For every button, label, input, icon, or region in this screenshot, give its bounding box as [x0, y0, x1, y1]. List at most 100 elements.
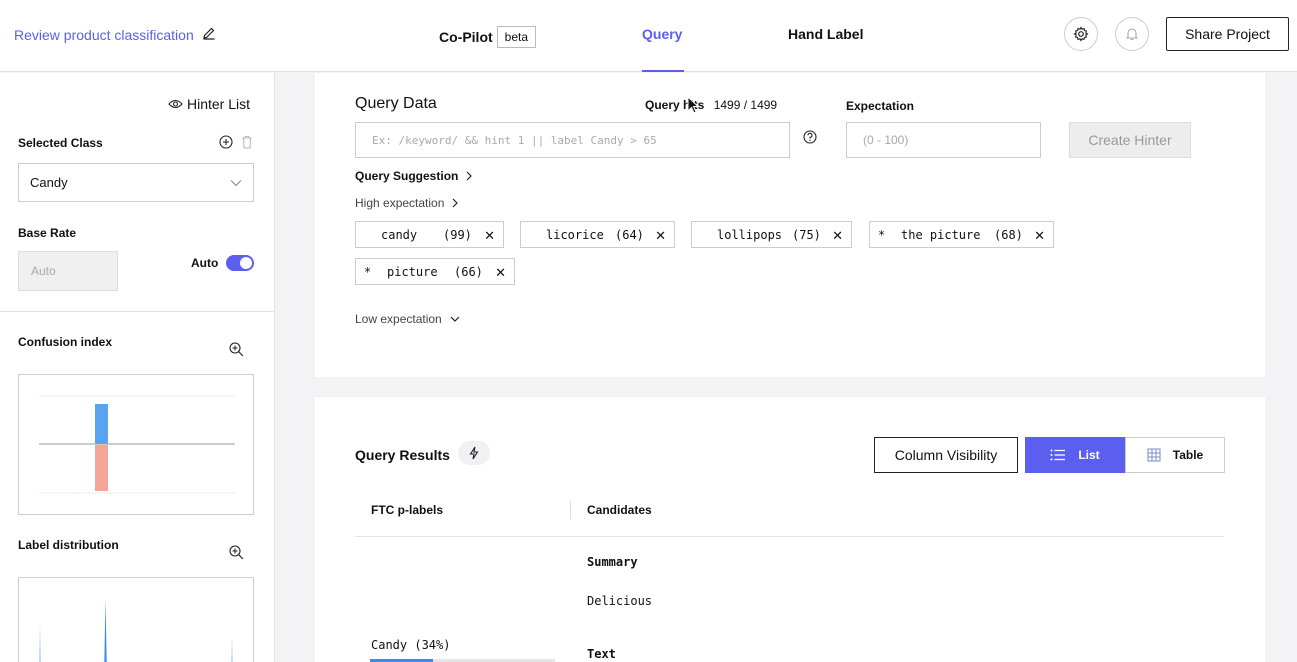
chip-star: *	[878, 228, 886, 242]
text-label: Text	[587, 647, 616, 661]
chip-score: (75)	[792, 228, 821, 242]
query-suggestion-label[interactable]: Query Suggestion	[355, 169, 458, 183]
chip-score: (66)	[454, 265, 483, 279]
expectation-label: Expectation	[846, 99, 915, 113]
column-header-candidates: Candidates	[587, 503, 652, 517]
chip-word: lollipops	[717, 228, 783, 242]
share-project-button[interactable]: Share Project	[1166, 17, 1289, 51]
chip-score: (68)	[994, 228, 1023, 242]
create-hinter-button[interactable]: Create Hinter	[1069, 122, 1191, 158]
sidebar-divider	[0, 311, 275, 312]
query-hits: Query hits 1499 / 1499	[645, 98, 777, 112]
copilot-label[interactable]: Co-Pilot	[439, 29, 493, 45]
list-view-label[interactable]: List	[1078, 448, 1099, 462]
gear-icon	[1073, 26, 1089, 42]
close-icon[interactable]: ✕	[1034, 228, 1045, 244]
project-title[interactable]: Review product classification	[14, 26, 216, 43]
chip-score: (99)	[443, 228, 472, 242]
chip-star: *	[364, 265, 372, 279]
close-icon[interactable]: ✕	[655, 228, 666, 244]
list-view-button[interactable]: List	[1025, 437, 1125, 473]
chevron-right-icon	[452, 198, 459, 208]
chevron-right-icon	[466, 171, 473, 181]
label-distribution-label: Label distribution	[18, 538, 119, 552]
tab-hand-label[interactable]: Hand Label	[788, 26, 863, 42]
high-expectation-toggle[interactable]: High expectation	[355, 196, 459, 210]
low-expectation-label[interactable]: Low expectation	[355, 312, 442, 326]
low-expectation-toggle[interactable]: Low expectation	[355, 312, 460, 326]
sidebar: Hinter List Selected Class Candy Base Ra…	[0, 73, 275, 662]
close-icon[interactable]: ✕	[832, 228, 843, 244]
chip-word: the picture	[901, 228, 981, 242]
table-icon	[1147, 448, 1161, 462]
column-header-ftc-p-labels: FTC p-labels	[371, 503, 444, 517]
hinter-list-button[interactable]: Hinter List	[168, 96, 250, 112]
negative-bar	[95, 445, 108, 491]
query-input[interactable]: Ex: /keyword/ && hint 1 || label Candy >…	[355, 122, 790, 158]
query-data-title: Query Data	[355, 95, 437, 112]
high-expectation-label[interactable]: High expectation	[355, 196, 444, 210]
trash-icon[interactable]	[241, 135, 253, 152]
summary-value: Delicious	[587, 594, 653, 608]
query-results-title: Query Results	[355, 447, 450, 463]
chevron-down-icon	[230, 179, 242, 186]
close-icon[interactable]: ✕	[484, 228, 495, 244]
top-bar: Review product classification Co-Pilot b…	[0, 0, 1297, 72]
eye-icon	[168, 99, 183, 109]
chip-word: picture	[387, 265, 438, 279]
suggestion-chip[interactable]: * the picture (68) ✕	[869, 221, 1054, 248]
summary-label: Summary	[587, 555, 638, 569]
suggestion-chip[interactable]: licorice (64) ✕	[520, 221, 675, 248]
suggestion-chip[interactable]: lollipops (75) ✕	[691, 221, 852, 248]
positive-bar	[95, 404, 108, 444]
beta-badge: beta	[496, 26, 537, 48]
column-visibility-button[interactable]: Column Visibility	[874, 437, 1018, 473]
header-divider	[355, 536, 1224, 537]
edit-icon[interactable]	[202, 26, 216, 43]
notifications-button[interactable]	[1115, 17, 1149, 51]
base-rate-label: Base Rate	[18, 226, 77, 240]
table-view-button[interactable]: Table	[1125, 437, 1225, 473]
query-suggestion-toggle[interactable]: Query Suggestion	[355, 169, 473, 183]
lightning-icon	[469, 446, 479, 460]
confusion-index-label: Confusion index	[18, 335, 112, 349]
add-class-icon[interactable]	[219, 135, 233, 152]
distribution-spike	[104, 599, 107, 662]
chip-word: licorice	[546, 228, 604, 242]
table-view-label[interactable]: Table	[1173, 448, 1203, 462]
confusion-index-chart	[18, 374, 254, 515]
query-results-card: Query Results Column Visibility List Tab…	[315, 397, 1265, 662]
selected-class-label: Selected Class	[18, 136, 103, 150]
auto-label: Auto	[191, 256, 219, 270]
chip-word: candy	[381, 228, 418, 242]
auto-toggle[interactable]	[226, 255, 254, 271]
hinter-list-label[interactable]: Hinter List	[187, 96, 250, 112]
list-icon	[1050, 449, 1066, 461]
selected-class-value: Candy	[30, 175, 68, 190]
label-distribution-chart	[18, 577, 254, 662]
chip-score: (64)	[615, 228, 644, 242]
zoom-in-icon[interactable]	[229, 342, 244, 360]
column-divider	[570, 501, 571, 519]
p-label-value: Candy (34%)	[371, 638, 451, 652]
chevron-down-icon	[450, 316, 460, 322]
zoom-in-icon[interactable]	[229, 545, 244, 563]
bell-icon	[1125, 28, 1139, 41]
distribution-spike	[39, 624, 41, 662]
copilot-tab[interactable]: Co-Pilot beta	[439, 26, 537, 48]
tab-query[interactable]: Query	[642, 26, 682, 42]
distribution-spike	[231, 636, 233, 662]
selected-class-dropdown[interactable]: Candy	[18, 163, 254, 202]
lightning-button[interactable]	[458, 441, 490, 465]
suggestion-chip[interactable]: candy (99) ✕	[355, 221, 504, 248]
query-hits-value: 1499 / 1499	[713, 98, 778, 112]
expectation-input[interactable]: (0 - 100)	[846, 122, 1041, 158]
close-icon[interactable]: ✕	[495, 265, 506, 281]
active-tab-indicator	[642, 70, 684, 72]
help-icon[interactable]	[803, 130, 817, 147]
project-title-text[interactable]: Review product classification	[14, 27, 194, 43]
query-data-card: Query Data Query hits 1499 / 1499 Expect…	[315, 73, 1265, 377]
suggestion-chip[interactable]: * picture (66) ✕	[355, 258, 515, 285]
settings-button[interactable]	[1064, 17, 1098, 51]
base-rate-input[interactable]: Auto	[18, 251, 118, 291]
